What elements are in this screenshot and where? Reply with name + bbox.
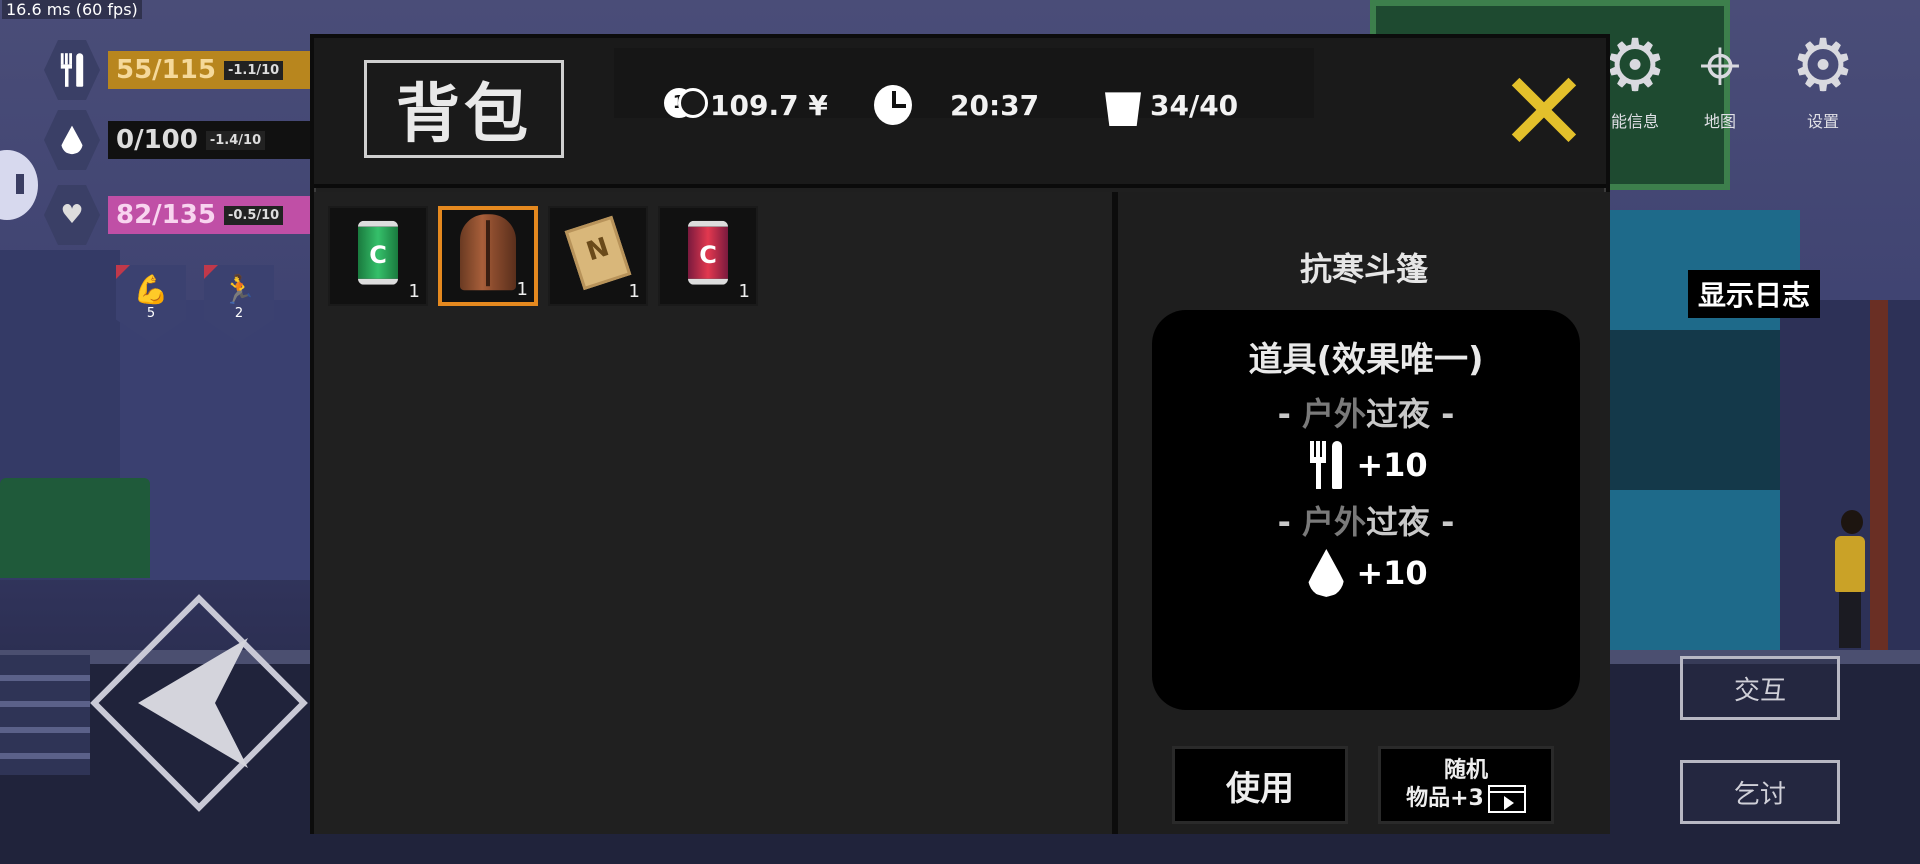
settings-button[interactable]: ⚙ 设置 xyxy=(1768,22,1878,132)
heartbeat-icon: ♥ xyxy=(44,185,100,245)
strength-level: 5 xyxy=(146,306,156,321)
close-icon: ✕ xyxy=(1497,48,1591,176)
item-effect-card: 道具(效果唯一) - 户外过夜 - +10 - 户外过夜 - +10 xyxy=(1152,310,1580,710)
beg-button[interactable]: 乞讨 xyxy=(1680,760,1840,824)
effect-condition: - 户外过夜 - xyxy=(1277,395,1455,433)
utility-pole xyxy=(1870,300,1888,660)
map-pin-icon: ⌖ xyxy=(1699,23,1741,107)
building-window xyxy=(1610,330,1790,490)
effect-food: +10 xyxy=(1152,441,1580,489)
item-detail-pane: 抗寒斗篷 道具(效果唯一) - 户外过夜 - +10 - 户外过夜 - +10 … xyxy=(1118,192,1610,834)
health-value: 82/135 xyxy=(116,200,216,230)
item-name: 抗寒斗篷 xyxy=(1299,250,1428,288)
capacity-display: 34/40 xyxy=(1104,86,1239,126)
stairs xyxy=(0,655,90,775)
use-button[interactable]: 使用 xyxy=(1172,746,1348,824)
gear-icon: ⚙ xyxy=(1790,23,1856,107)
health-rate: -0.5/10 xyxy=(223,205,284,225)
brown-cloak-icon xyxy=(460,214,516,291)
interact-button[interactable]: 交互 xyxy=(1680,656,1840,720)
inventory-panel: 背包 1 109.7 ¥ 20:37 34/40 ✕ C 1 xyxy=(310,34,1610,834)
money-value: 109.7 ¥ xyxy=(710,88,828,122)
effect-water: +10 xyxy=(1152,549,1580,597)
water-drop-icon xyxy=(44,110,100,170)
settings-label: 设置 xyxy=(1806,112,1839,131)
money-display: 1 109.7 ¥ xyxy=(664,86,828,124)
inventory-header: 背包 1 109.7 ¥ 20:37 34/40 ✕ xyxy=(314,38,1606,188)
water-rate: -1.4/10 xyxy=(205,130,266,150)
npc-character[interactable] xyxy=(1835,510,1865,650)
item-slot[interactable]: C 1 xyxy=(328,206,428,306)
hedge xyxy=(0,478,150,578)
random-button-line1: 随机 xyxy=(1443,758,1488,783)
clock-icon xyxy=(874,85,912,125)
water-drop-icon xyxy=(1304,549,1348,597)
coin-icon: 1 xyxy=(664,86,708,124)
water-value: 0/100 xyxy=(116,125,198,155)
green-soda-can-icon: C xyxy=(358,220,398,285)
fork-knife-icon xyxy=(44,40,100,100)
time-value: 20:37 xyxy=(950,88,1040,122)
time-display: 20:37 xyxy=(874,85,1040,125)
inventory-title: 背包 xyxy=(364,60,564,158)
food-rate: -1.1/10 xyxy=(223,60,284,80)
random-button-line2: 物品+3 xyxy=(1406,786,1484,811)
food-value: 55/115 xyxy=(116,55,216,85)
running-icon: 🏃 xyxy=(221,273,257,306)
effect-food-value: +10 xyxy=(1356,446,1428,484)
move-left-button[interactable] xyxy=(90,594,308,812)
item-quantity: 1 xyxy=(408,281,420,302)
capacity-value: 34/40 xyxy=(1150,88,1239,122)
video-ad-icon xyxy=(1487,785,1526,813)
item-slot[interactable]: N 1 xyxy=(548,206,648,306)
item-slot-selected[interactable]: 1 xyxy=(438,206,538,306)
random-items-ad-button[interactable]: 随机 物品+3 xyxy=(1378,746,1554,824)
map-button[interactable]: ⌖ 地图 xyxy=(1665,22,1775,132)
fork-knife-icon xyxy=(1304,441,1348,489)
paper-note-icon: N xyxy=(564,215,632,291)
speed-level: 2 xyxy=(234,306,244,321)
show-log-button[interactable]: 显示日志 xyxy=(1688,270,1821,318)
item-grid: C 1 1 N 1 C 1 xyxy=(314,192,1114,834)
item-quantity: 1 xyxy=(738,281,750,302)
effect-condition: - 户外过夜 - xyxy=(1277,503,1455,541)
item-quantity: 1 xyxy=(628,281,640,302)
item-quantity: 1 xyxy=(516,279,528,300)
map-label: 地图 xyxy=(1703,112,1736,131)
muscle-icon: 💪 xyxy=(133,273,169,306)
trash-bag-icon xyxy=(1104,86,1142,126)
red-soda-can-icon: C xyxy=(688,220,728,285)
item-type: 道具(效果唯一) xyxy=(1248,340,1484,380)
effect-water-value: +10 xyxy=(1356,554,1428,592)
close-button[interactable]: ✕ xyxy=(1494,57,1594,167)
fps-counter: 16.6 ms (60 fps) xyxy=(2,0,142,19)
item-slot[interactable]: C 1 xyxy=(658,206,758,306)
